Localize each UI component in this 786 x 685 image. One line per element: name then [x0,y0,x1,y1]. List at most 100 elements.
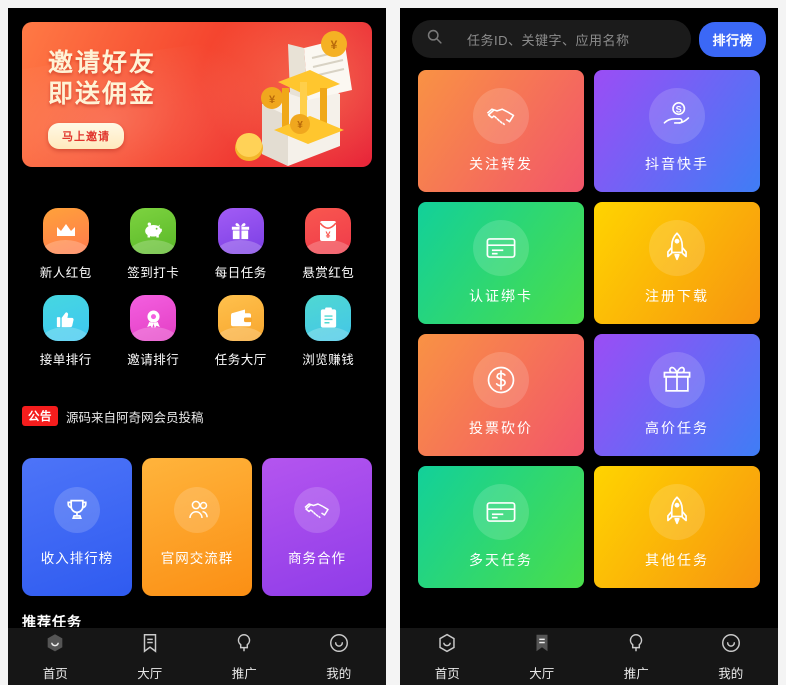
svg-text:¥: ¥ [326,230,331,240]
nav-label: 推广 [231,666,257,681]
left-phone-panel: ¥ ¥ ¥ 邀请好友 即送佣金 马上邀请 新人红包 签到打卡 每日任务 ¥ 悬赏… [8,8,386,685]
right-screen: 任务ID、关键字、应用名称 排行榜 关注转发 S 抖音快手 认证绑卡 注册下载 … [400,8,778,627]
gift-icon [649,352,705,408]
task-card-label: 多天任务 [469,552,533,568]
lightbulb-icon [625,632,647,659]
rocket-icon [649,220,705,276]
svg-text:S: S [676,105,682,115]
quick-entry-daily-task[interactable]: 每日任务 [197,208,285,281]
lightbulb-icon [233,632,255,659]
promo-card-official-group[interactable]: 官网交流群 [142,458,252,596]
search-icon [426,28,443,50]
right-phone-panel: 任务ID、关键字、应用名称 排行榜 关注转发 S 抖音快手 认证绑卡 注册下载 … [400,8,778,685]
quick-entry-label: 签到打卡 [127,266,180,280]
task-card-label: 关注转发 [469,156,533,172]
quick-entry-task-hall[interactable]: 任务大厅 [197,295,285,368]
task-card-verify-bind-card[interactable]: 认证绑卡 [418,202,584,324]
nav-label: 推广 [623,666,649,681]
promo-card-label: 收入排行榜 [40,551,114,566]
task-card-multi-day[interactable]: 多天任务 [418,466,584,588]
people-group-icon [174,487,220,533]
promo-card-label: 商务合作 [288,551,346,566]
task-card-register-download[interactable]: 注册下载 [594,202,760,324]
nav-item-mine[interactable]: 我的 [292,628,387,685]
piggy-bank-icon [130,208,177,254]
task-category-grid: 关注转发 S 抖音快手 认证绑卡 注册下载 投票砍价 高价任务 多天任务 其他任… [418,70,760,588]
svg-text:¥: ¥ [269,94,276,106]
quick-entry-label: 邀请排行 [127,353,180,367]
handshake-icon [473,88,529,144]
announcement-badge: 公告 [22,406,58,426]
nav-item-hall[interactable]: 大厅 [103,628,198,685]
recommended-section-title: 推荐任务 [22,614,82,627]
bank-book-coins-illustration: ¥ ¥ ¥ [212,28,362,167]
dollar-circle-icon [473,352,529,408]
nav-item-promote[interactable]: 推广 [589,628,684,685]
quick-entry-bounty-packet[interactable]: ¥ 悬赏红包 [285,208,373,281]
smile-circle-icon [328,632,350,659]
nav-item-mine[interactable]: 我的 [684,628,779,685]
task-card-other[interactable]: 其他任务 [594,466,760,588]
task-card-high-price[interactable]: 高价任务 [594,334,760,456]
task-card-vote-bargain[interactable]: 投票砍价 [418,334,584,456]
quick-entry-grid: 新人红包 签到打卡 每日任务 ¥ 悬赏红包 接单排行 邀请排行 任务大厅 浏览赚… [22,208,372,368]
banner-line-1: 邀请好友 [48,49,157,77]
quick-entry-label: 接单排行 [39,353,92,367]
nav-label: 我的 [326,666,352,681]
promo-card-label: 官网交流群 [160,551,234,566]
nav-item-home[interactable]: 首页 [400,628,495,685]
bottom-nav-right: 首页 大厅 推广 我的 [400,627,778,685]
task-card-label: 高价任务 [645,420,709,436]
wallet-icon [217,295,264,341]
quick-entry-label: 任务大厅 [214,353,267,367]
task-card-label: 抖音快手 [645,156,709,172]
banner-line-2: 即送佣金 [48,80,157,108]
promo-card-income-rank[interactable]: 收入排行榜 [22,458,132,596]
medal-icon [130,295,177,341]
nav-item-hall[interactable]: 大厅 [495,628,590,685]
crown-icon [42,208,89,254]
quick-entry-order-rank[interactable]: 接单排行 [22,295,110,368]
task-card-label: 投票砍价 [469,420,533,436]
quick-entry-label: 每日任务 [214,266,267,280]
quick-entry-label: 浏览赚钱 [302,353,355,367]
nav-label: 大厅 [529,666,555,681]
red-envelope-icon: ¥ [305,208,352,254]
app-screenshot: ¥ ¥ ¥ 邀请好友 即送佣金 马上邀请 新人红包 签到打卡 每日任务 ¥ 悬赏… [0,0,786,685]
thumbs-up-icon [42,295,89,341]
nav-item-home[interactable]: 首页 [8,628,103,685]
task-card-douyin-kuaishou[interactable]: S 抖音快手 [594,70,760,192]
bookmark-icon [139,632,161,659]
task-card-follow-share[interactable]: 关注转发 [418,70,584,192]
credit-card-icon [473,484,529,540]
smile-circle-icon [720,632,742,659]
promo-card-row: 收入排行榜 官网交流群 商务合作 [22,458,372,596]
search-bar: 任务ID、关键字、应用名称 排行榜 [412,20,766,58]
task-card-label: 认证绑卡 [469,288,533,304]
home-hexagon-icon [436,632,458,659]
home-hexagon-icon [44,632,66,659]
quick-entry-invite-rank[interactable]: 邀请排行 [110,295,198,368]
promo-card-business[interactable]: 商务合作 [262,458,372,596]
announcement-text: 源码来自阿奇网会员投稿 [66,410,204,425]
announcement-bar[interactable]: 公告 源码来自阿奇网会员投稿 [22,406,204,426]
banner-text-block: 邀请好友 即送佣金 马上邀请 [48,48,156,149]
clipboard-icon [305,295,352,341]
bottom-nav-left: 首页 大厅 推广 我的 [8,627,386,685]
trophy-icon [54,487,100,533]
invite-banner[interactable]: ¥ ¥ ¥ 邀请好友 即送佣金 马上邀请 [22,22,372,167]
quick-entry-checkin[interactable]: 签到打卡 [110,208,198,281]
nav-label: 大厅 [137,666,163,681]
nav-item-promote[interactable]: 推广 [197,628,292,685]
ranking-button[interactable]: 排行榜 [699,21,766,57]
left-screen: ¥ ¥ ¥ 邀请好友 即送佣金 马上邀请 新人红包 签到打卡 每日任务 ¥ 悬赏… [8,8,386,627]
svg-text:¥: ¥ [297,120,303,131]
quick-entry-browse-earn[interactable]: 浏览赚钱 [285,295,373,368]
search-input[interactable]: 任务ID、关键字、应用名称 [412,20,692,58]
task-card-label: 其他任务 [645,552,709,568]
invite-now-button[interactable]: 马上邀请 [48,123,124,149]
task-card-label: 注册下载 [645,288,709,304]
svg-text:¥: ¥ [331,38,338,52]
nav-label: 首页 [42,666,68,681]
quick-entry-new-user-packet[interactable]: 新人红包 [22,208,110,281]
